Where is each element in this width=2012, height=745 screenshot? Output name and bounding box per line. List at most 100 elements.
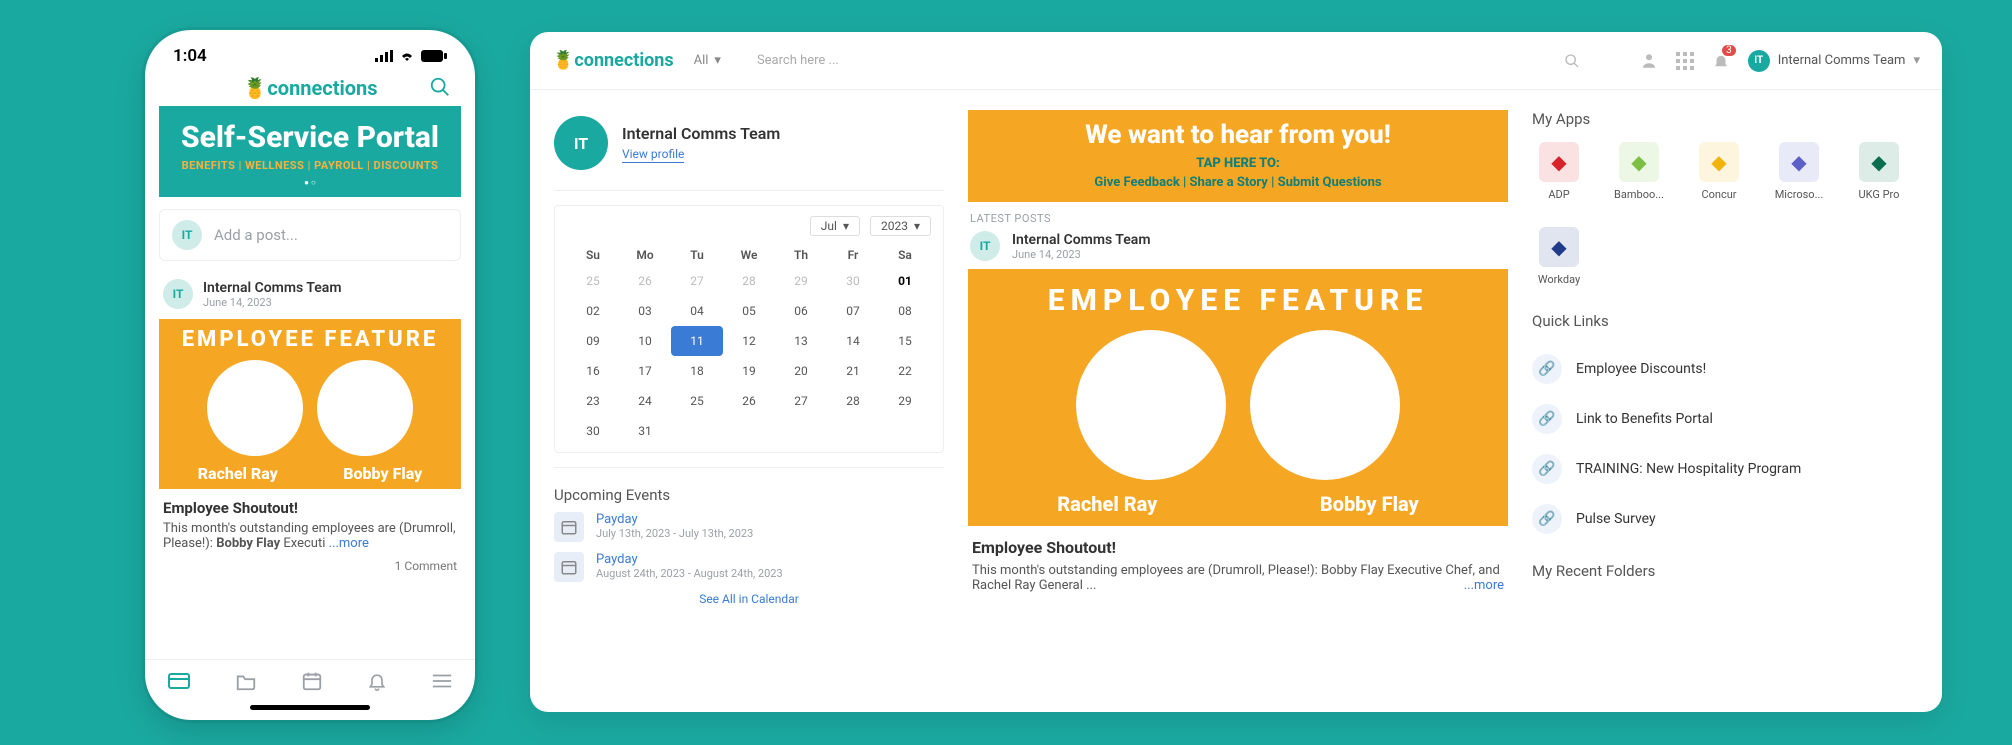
app-launcher[interactable]: ◆Concur xyxy=(1692,142,1746,201)
feedback-banner[interactable]: We want to hear from you! TAP HERE TO: G… xyxy=(968,110,1508,202)
calendar-day[interactable]: 27 xyxy=(671,266,723,296)
app-icon: ◆ xyxy=(1539,227,1579,267)
calendar-day[interactable]: 23 xyxy=(567,386,619,416)
calendar-day[interactable]: 12 xyxy=(723,326,775,356)
calendar-day[interactable]: 17 xyxy=(619,356,671,386)
view-profile-link[interactable]: View profile xyxy=(622,147,684,163)
search-icon[interactable] xyxy=(429,76,451,98)
employee-feature-card[interactable]: EMPLOYEE FEATURE Rachel Ray Bobby Flay xyxy=(968,269,1508,526)
calendar-day[interactable] xyxy=(827,416,879,446)
link-icon: 🔗 xyxy=(1532,454,1562,484)
avatar: IT xyxy=(970,231,1000,261)
search-input[interactable]: Search here ... xyxy=(757,53,839,68)
scope-selector[interactable]: All▾ xyxy=(694,53,721,68)
calendar-day[interactable]: 21 xyxy=(827,356,879,386)
wifi-icon xyxy=(399,50,415,62)
calendar-day[interactable]: 26 xyxy=(619,266,671,296)
calendar-day[interactable] xyxy=(775,416,827,446)
employee-feature-card[interactable]: EMPLOYEE FEATURE Rachel Ray Bobby Flay xyxy=(159,319,461,489)
profile-icon[interactable] xyxy=(1640,51,1658,71)
post-date: June 14, 2023 xyxy=(203,296,342,309)
calendar-day[interactable]: 02 xyxy=(567,296,619,326)
app-launcher[interactable]: ◆Bamboo... xyxy=(1612,142,1666,201)
calendar-day[interactable]: 09 xyxy=(567,326,619,356)
calendar-day[interactable]: 15 xyxy=(879,326,931,356)
calendar-day[interactable] xyxy=(723,416,775,446)
employee-name: Bobby Flay xyxy=(343,464,422,483)
calendar-day[interactable]: 06 xyxy=(775,296,827,326)
app-launcher[interactable]: ◆ Workday xyxy=(1532,227,1586,286)
calendar-day[interactable]: 03 xyxy=(619,296,671,326)
link-icon: 🔗 xyxy=(1532,404,1562,434)
calendar-day[interactable]: 01 xyxy=(879,266,931,296)
calendar-day[interactable]: 25 xyxy=(671,386,723,416)
event-item[interactable]: PaydayAugust 24th, 2023 - August 24th, 2… xyxy=(554,552,944,582)
app-launcher[interactable]: ◆UKG Pro xyxy=(1852,142,1906,201)
post-author[interactable]: Internal Comms Team xyxy=(1012,232,1151,248)
see-all-calendar-link[interactable]: See All in Calendar xyxy=(554,592,944,606)
nav-menu-icon[interactable] xyxy=(431,672,453,690)
calendar-day[interactable]: 31 xyxy=(619,416,671,446)
carousel-dots: ● ○ xyxy=(163,178,457,187)
calendar-day[interactable]: 20 xyxy=(775,356,827,386)
quick-link[interactable]: 🔗Link to Benefits Portal xyxy=(1532,394,1918,444)
calendar-day[interactable]: 26 xyxy=(723,386,775,416)
calendar-day[interactable]: 28 xyxy=(723,266,775,296)
nav-bell-icon[interactable] xyxy=(367,670,387,692)
calendar-day[interactable]: 07 xyxy=(827,296,879,326)
more-link[interactable]: ...more xyxy=(329,536,369,551)
portal-title: Self-Service Portal xyxy=(163,120,457,155)
calendar-day[interactable]: 08 xyxy=(879,296,931,326)
month-select[interactable]: Jul▾ xyxy=(810,216,860,236)
calendar-day[interactable]: 13 xyxy=(775,326,827,356)
event-name: Payday xyxy=(596,552,783,567)
add-post-input[interactable]: IT Add a post... xyxy=(159,209,461,261)
calendar-day[interactable]: 16 xyxy=(567,356,619,386)
calendar-day[interactable]: 24 xyxy=(619,386,671,416)
notifications-icon[interactable]: 3 xyxy=(1712,51,1730,71)
calendar-day[interactable]: 28 xyxy=(827,386,879,416)
portal-tags: BENEFITS | WELLNESS | PAYROLL | DISCOUNT… xyxy=(163,159,457,172)
calendar-day[interactable]: 04 xyxy=(671,296,723,326)
year-select[interactable]: 2023▾ xyxy=(870,216,931,236)
nav-home-icon[interactable] xyxy=(167,671,191,691)
app-launcher[interactable]: ◆Microso... xyxy=(1772,142,1826,201)
nav-calendar-icon[interactable] xyxy=(301,670,323,692)
calendar-day[interactable]: 19 xyxy=(723,356,775,386)
calendar-day[interactable]: 11 xyxy=(671,326,723,356)
app-label: Workday xyxy=(1532,273,1586,286)
calendar-dow: Th xyxy=(775,244,827,266)
quick-link[interactable]: 🔗Employee Discounts! xyxy=(1532,344,1918,394)
calendar-day[interactable]: 14 xyxy=(827,326,879,356)
event-name: Payday xyxy=(596,512,753,527)
user-menu[interactable]: IT Internal Comms Team ▾ xyxy=(1748,50,1920,72)
calendar-day[interactable]: 30 xyxy=(827,266,879,296)
comment-count[interactable]: 1 Comment xyxy=(163,559,457,573)
calendar-day[interactable]: 18 xyxy=(671,356,723,386)
app-label: Bamboo... xyxy=(1612,188,1666,201)
post-header: IT Internal Comms Team June 14, 2023 xyxy=(163,279,457,309)
calendar-day[interactable]: 29 xyxy=(775,266,827,296)
event-item[interactable]: PaydayJuly 13th, 2023 - July 13th, 2023 xyxy=(554,512,944,542)
post-author[interactable]: Internal Comms Team xyxy=(203,280,342,296)
calendar-day[interactable]: 05 xyxy=(723,296,775,326)
app-launcher[interactable]: ◆ADP xyxy=(1532,142,1586,201)
search-icon[interactable] xyxy=(1564,53,1580,69)
more-link[interactable]: ...more xyxy=(1464,578,1504,593)
calendar-day[interactable] xyxy=(671,416,723,446)
calendar-day[interactable]: 30 xyxy=(567,416,619,446)
calendar-day[interactable]: 10 xyxy=(619,326,671,356)
calendar-day[interactable]: 25 xyxy=(567,266,619,296)
portal-banner[interactable]: Self-Service Portal BENEFITS | WELLNESS … xyxy=(159,106,461,197)
calendar-day[interactable] xyxy=(879,416,931,446)
brand-logo[interactable]: 🍍connections xyxy=(552,50,674,71)
quick-link[interactable]: 🔗Pulse Survey xyxy=(1532,494,1918,544)
nav-folder-icon[interactable] xyxy=(235,671,257,691)
app-icon: ◆ xyxy=(1539,142,1579,182)
calendar-day[interactable]: 27 xyxy=(775,386,827,416)
calendar-day[interactable]: 29 xyxy=(879,386,931,416)
apps-grid-icon[interactable] xyxy=(1676,52,1694,70)
quick-link[interactable]: 🔗TRAINING: New Hospitality Program xyxy=(1532,444,1918,494)
calendar-day[interactable]: 22 xyxy=(879,356,931,386)
event-dates: July 13th, 2023 - July 13th, 2023 xyxy=(596,527,753,540)
